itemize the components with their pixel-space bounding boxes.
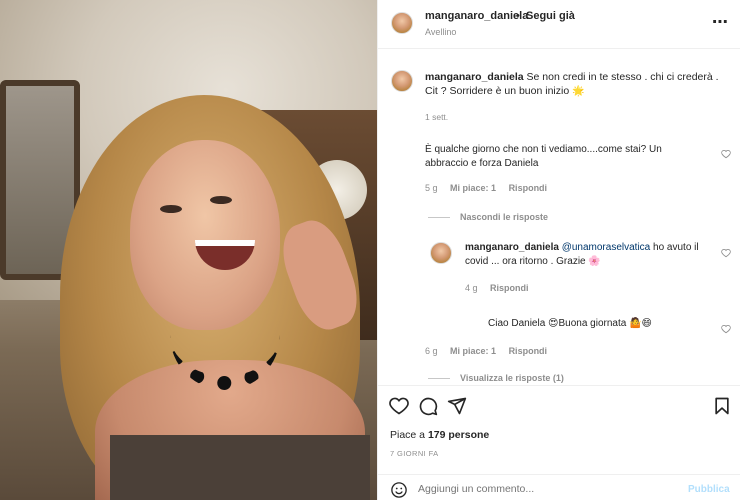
comment-bubble-icon[interactable] <box>418 396 438 416</box>
reply-reply-button[interactable]: Rispondi <box>490 283 529 293</box>
comment-1-text: È qualche giorno che non ti vediamo....c… <box>425 144 662 169</box>
publish-button[interactable]: Pubblica <box>688 484 730 495</box>
photo-eye-right <box>210 196 232 204</box>
comment-2-reply-button[interactable]: Rispondi <box>509 346 548 356</box>
likes-summary[interactable]: Piace a 179 persone <box>390 429 489 441</box>
reply-time: 4 g <box>465 283 478 293</box>
comment-2-text-block: Ciao Daniela 😍Buona giornata 🤷😄 <box>488 318 652 329</box>
comment-2-time: 6 g <box>425 346 438 356</box>
photo-dress <box>110 435 370 500</box>
photo-face <box>130 140 280 330</box>
comment-2-emoji-2: 🤷😄 <box>629 318 652 329</box>
author-avatar[interactable] <box>391 12 413 34</box>
comment-2-text: Ciao Daniela <box>488 318 546 329</box>
reply-emoji: 🌸 <box>588 256 601 267</box>
separator-dot: • <box>516 10 520 22</box>
caption-username[interactable]: manganaro_daniela <box>425 71 524 83</box>
reply-username[interactable]: manganaro_daniela <box>465 242 559 253</box>
comment-1-meta: 5 g Mi piace: 1 Rispondi <box>425 183 557 193</box>
comment-2-heart-icon[interactable] <box>721 324 731 334</box>
likes-count[interactable]: 179 persone <box>428 429 489 441</box>
caption: manganaro_daniela Se non credi in te ste… <box>425 70 725 99</box>
comment-2-emoji-1: 😍 <box>548 318 559 329</box>
add-comment-bar: Pubblica <box>378 474 740 500</box>
comment-2-likes[interactable]: Mi piace: 1 <box>450 346 496 356</box>
caption-avatar[interactable] <box>391 70 413 92</box>
comment-1-time: 5 g <box>425 183 438 193</box>
reply-text-block: manganaro_daniela @unamoraselvatica ho a… <box>465 241 710 269</box>
likes-prefix: Piace a <box>390 429 428 441</box>
caption-emoji: 🌟 <box>572 86 585 97</box>
more-horizontal-icon[interactable]: ⋯ <box>712 12 729 32</box>
post-location[interactable]: Avellino <box>425 27 456 37</box>
comments-section[interactable]: manganaro_daniela Se non credi in te ste… <box>378 50 740 385</box>
like-heart-icon[interactable] <box>389 396 409 416</box>
photo-eye-left <box>160 205 182 213</box>
reply-avatar[interactable] <box>430 242 452 264</box>
reply-mention-link[interactable]: @unamoraselvatica <box>562 242 651 253</box>
comment-1-reply-button[interactable]: Rispondi <box>509 183 548 193</box>
post-panel: manganaro_daniela • Segui già Avellino ⋯… <box>377 0 740 500</box>
share-paper-plane-icon[interactable] <box>447 396 467 416</box>
author-username[interactable]: manganaro_daniela <box>425 10 528 22</box>
comment-2-text-2: Buona giornata <box>558 318 627 329</box>
post-actions <box>378 385 740 425</box>
post-header: manganaro_daniela • Segui già Avellino ⋯ <box>378 0 740 49</box>
reply-meta: 4 g Rispondi <box>465 283 529 293</box>
emoji-smiley-icon[interactable] <box>390 481 408 499</box>
reply-heart-icon[interactable] <box>721 248 731 258</box>
comment-1-likes[interactable]: Mi piace: 1 <box>450 183 496 193</box>
comment-2-meta: 6 g Mi piace: 1 Rispondi <box>425 346 557 356</box>
save-bookmark-icon[interactable] <box>712 396 732 416</box>
comment-1-heart-icon[interactable] <box>721 149 731 159</box>
caption-time: 1 sett. <box>425 112 449 122</box>
comment-input[interactable] <box>418 483 658 495</box>
post-image[interactable] <box>0 0 377 500</box>
view-replies-button[interactable]: Visualizza le risposte (1) <box>428 373 564 383</box>
follow-status-button[interactable]: Segui già <box>526 10 575 22</box>
hide-replies-button[interactable]: Nascondi le risposte <box>428 212 548 222</box>
post-date: 7 GIORNI FA <box>390 449 439 458</box>
